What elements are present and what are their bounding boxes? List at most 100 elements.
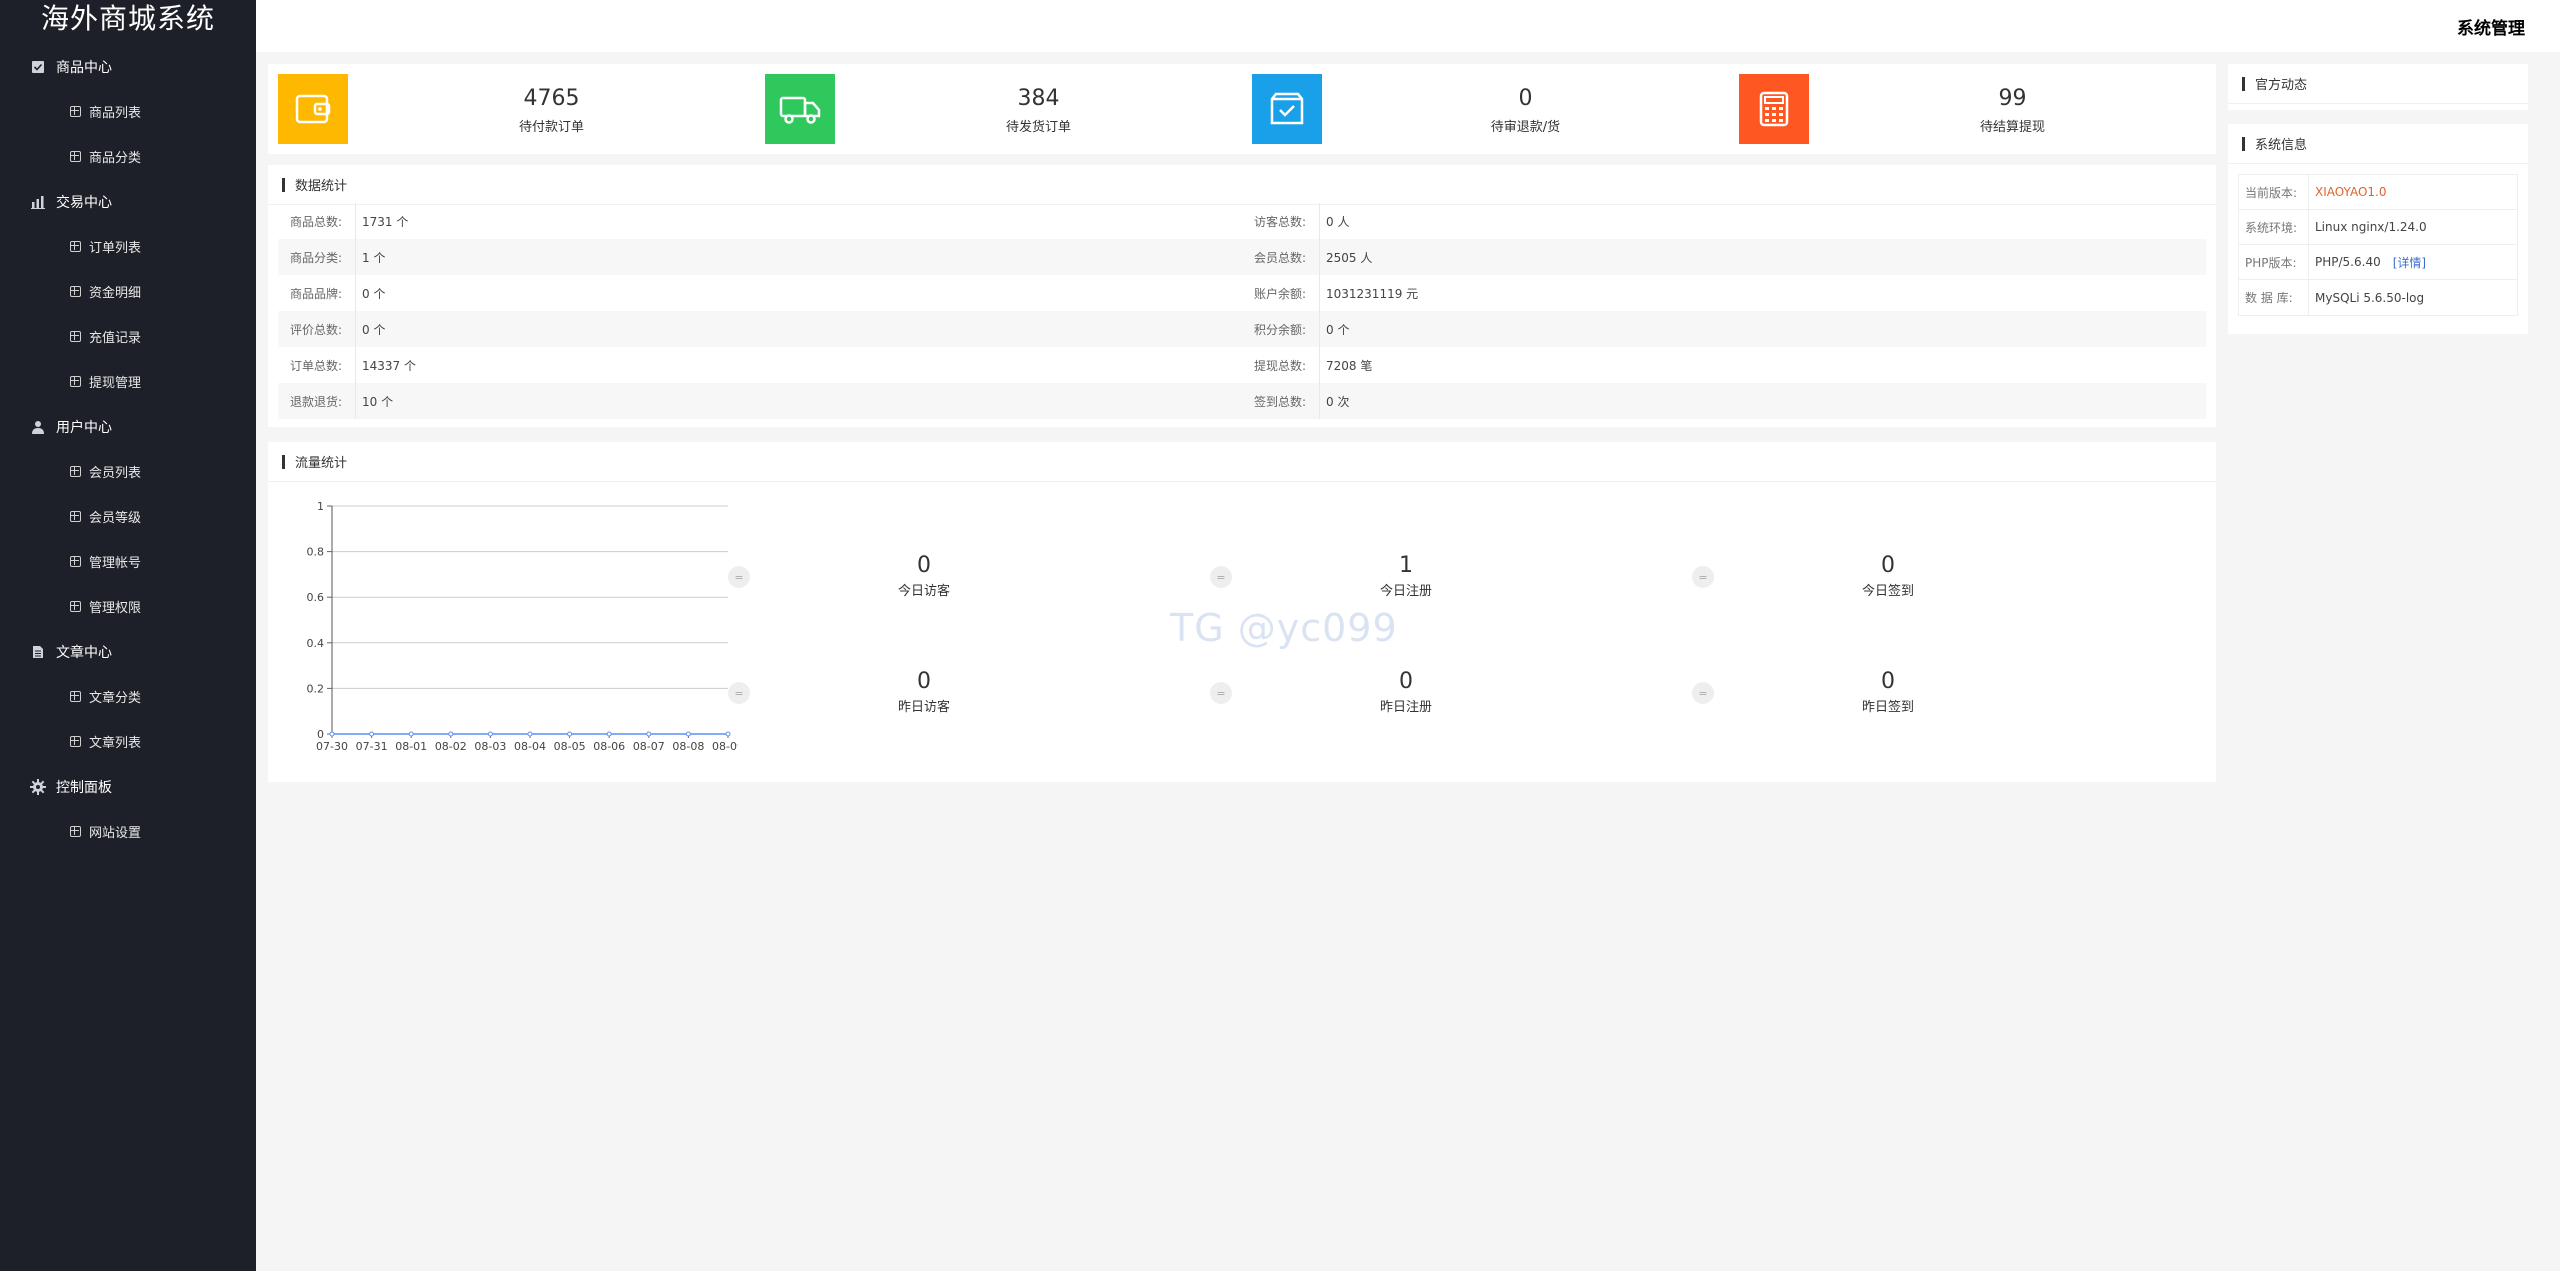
plus-square-icon	[70, 241, 81, 252]
x-tick-label: 08-04	[514, 740, 546, 753]
stat-value: 0 个	[362, 286, 386, 301]
system-manage-link[interactable]: 系统管理	[2457, 14, 2525, 39]
sidebar-item-label: 充值记录	[89, 331, 142, 346]
sidebar-group-3[interactable]: 文章中心	[0, 629, 256, 674]
title-bar	[2242, 76, 2245, 91]
x-tick-label: 08-03	[474, 740, 506, 753]
data-stats-panel: 数据统计 商品总数: 1731 个 访客总数: 0 人商品分类: 1 个 会员总数: 250…	[268, 165, 2216, 427]
y-tick-label: 1	[317, 500, 324, 513]
data-point	[685, 731, 691, 737]
sidebar-item[interactable]: 资金明细	[0, 269, 256, 314]
sidebar-item[interactable]: 管理权限	[0, 584, 256, 629]
sidebar-item-label: 订单列表	[89, 241, 142, 256]
title-bar	[282, 454, 285, 469]
sidebar-item[interactable]: 网站设置	[0, 809, 256, 854]
table-row: 退款退货: 10 个 签到总数: 0 次	[278, 383, 2206, 419]
stat-cell: 账户余额: 1031231119 元	[1242, 275, 2206, 311]
data-stats-title: 数据统计	[295, 179, 348, 194]
sidebar-item[interactable]: 文章分类	[0, 674, 256, 719]
sidebar-group-2[interactable]: 用户中心	[0, 404, 256, 449]
info-value: XIAOYAO1.0	[2315, 185, 2387, 199]
document-icon	[30, 644, 46, 660]
sidebar-item-label: 文章分类	[89, 691, 142, 706]
user-icon	[30, 419, 46, 435]
stat-value: 0 次	[1326, 394, 1350, 409]
php-details-link[interactable]: [详情]	[2393, 254, 2426, 271]
flow-stats-title: 流量统计	[295, 456, 348, 471]
flow-metric: 0 今日访客	[824, 552, 1024, 599]
stat-key: 退款退货:	[278, 383, 356, 419]
x-tick-label: 08-06	[593, 740, 625, 753]
plus-square-icon	[70, 601, 81, 612]
equals-icon: =	[1692, 682, 1714, 704]
stat-key: 账户余额:	[1242, 275, 1320, 311]
stat-pending-payment[interactable]: 4765 待付款订单	[268, 64, 755, 154]
sidebar-item-label: 会员等级	[89, 511, 142, 526]
stat-key: 商品总数:	[278, 203, 356, 239]
sidebar-item-label: 网站设置	[89, 826, 142, 841]
y-tick-label: 0.4	[307, 637, 325, 650]
plus-square-icon	[70, 286, 81, 297]
sidebar-item[interactable]: 文章列表	[0, 719, 256, 764]
data-point	[646, 731, 652, 737]
data-point	[725, 731, 731, 737]
sidebar-group-1[interactable]: 交易中心	[0, 179, 256, 224]
sidebar-item[interactable]: 管理帐号	[0, 539, 256, 584]
stat-pending-withdraw[interactable]: 99 待结算提现	[1729, 64, 2216, 154]
stat-pending-ship[interactable]: 384 待发货订单	[755, 64, 1242, 154]
title-bar	[2242, 136, 2245, 151]
stat-value: 2505 人	[1326, 250, 1373, 265]
stat-value: 10 个	[362, 394, 394, 409]
stat-cell: 订单总数: 14337 个	[278, 347, 1242, 383]
metric-label: 今日注册	[1379, 584, 1432, 599]
stat-cell: 商品分类: 1 个	[278, 239, 1242, 275]
x-tick-label: 07-31	[356, 740, 388, 753]
sidebar-item[interactable]: 会员列表	[0, 449, 256, 494]
info-value: PHP/5.6.40	[2315, 255, 2381, 269]
sidebar-group-4[interactable]: 控制面板	[0, 764, 256, 809]
stat-key: 会员总数:	[1242, 239, 1320, 275]
stat-cell: 商品品牌: 0 个	[278, 275, 1242, 311]
table-row: 商品分类: 1 个 会员总数: 2505 人	[278, 239, 2206, 275]
wallet-icon	[278, 74, 348, 144]
sidebar-item-label: 商品列表	[89, 106, 142, 121]
sidebar-group-label: 用户中心	[56, 419, 112, 436]
info-key: 系统环境:	[2239, 209, 2309, 245]
flow-metric: 1 今日注册	[1306, 552, 1506, 599]
info-key: 数 据 库:	[2239, 280, 2309, 315]
sidebar-item[interactable]: 商品列表	[0, 89, 256, 134]
stat-key: 积分余额:	[1242, 311, 1320, 347]
sidebar-group-label: 交易中心	[56, 194, 112, 211]
plus-square-icon	[70, 466, 81, 477]
top-header: 系统管理	[256, 0, 2560, 52]
sidebar-group-label: 商品中心	[56, 59, 112, 76]
y-tick-label: 0.6	[307, 591, 325, 604]
stats-bar: 4765 待付款订单 384 待发货订单 0 待审退款/货 99 待结算提现	[268, 64, 2216, 154]
sidebar-group-0[interactable]: 商品中心	[0, 44, 256, 89]
data-point	[369, 731, 375, 737]
sidebar-item-label: 管理帐号	[89, 556, 142, 571]
metric-label: 昨日访客	[897, 700, 950, 715]
sidebar-item-label: 提现管理	[89, 376, 142, 391]
data-point	[567, 731, 573, 737]
plus-square-icon	[70, 691, 81, 702]
flow-metric: 0 今日签到	[1788, 552, 1988, 599]
gear-icon	[30, 778, 46, 795]
sidebar-item[interactable]: 提现管理	[0, 359, 256, 404]
stat-pending-refund[interactable]: 0 待审退款/货	[1242, 64, 1729, 154]
sidebar-item[interactable]: 订单列表	[0, 224, 256, 269]
flow-metric: 0 昨日注册	[1306, 668, 1506, 715]
info-value: MySQLi 5.6.50-log	[2315, 290, 2425, 305]
panel-title: 系统信息	[2228, 124, 2528, 164]
panel-title: 数据统计	[268, 165, 2216, 205]
system-info-panel: 系统信息 当前版本: XIAOYAO1.0 系统环境: Linux nginx/1.2…	[2228, 124, 2528, 334]
plus-square-icon	[70, 376, 81, 387]
info-value: Linux nginx/1.24.0	[2315, 220, 2427, 234]
sidebar-item[interactable]: 商品分类	[0, 134, 256, 179]
sidebar-item[interactable]: 会员等级	[0, 494, 256, 539]
stat-value: 14337 个	[362, 358, 416, 373]
data-point	[527, 731, 533, 737]
sidebar-item[interactable]: 充值记录	[0, 314, 256, 359]
stat-value: 1 个	[362, 250, 386, 265]
stat-value: 0 个	[362, 322, 386, 337]
